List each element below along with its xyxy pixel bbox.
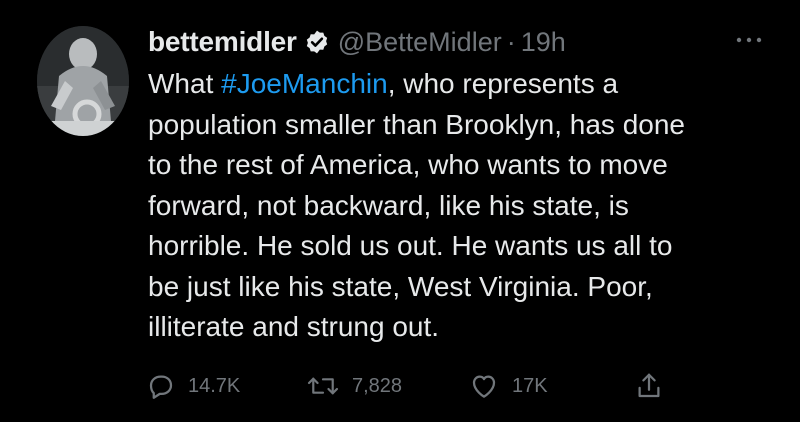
share-icon xyxy=(638,373,660,398)
avatar[interactable] xyxy=(37,26,129,136)
hashtag-link[interactable]: #JoeManchin xyxy=(221,68,388,99)
tweet-text-line: population smaller than Brooklyn, has do… xyxy=(148,108,686,140)
display-name[interactable]: bettemidler xyxy=(148,26,297,58)
retweet-button[interactable]: 7,828 xyxy=(306,366,402,406)
text-fragment: What xyxy=(148,68,222,99)
reply-icon xyxy=(149,375,173,399)
tweet-text-line: What #JoeManchin, who represents a xyxy=(148,64,778,105)
timestamp[interactable]: 19h xyxy=(521,27,566,58)
separator-dot: · xyxy=(506,26,516,57)
like-count: 17K xyxy=(512,374,548,397)
tweet-text-line: to the rest of America, who wants to mov… xyxy=(148,149,668,180)
heart-icon xyxy=(472,375,496,398)
tweet-actions: 14.7K 7,828 17K xyxy=(146,366,676,406)
share-button[interactable] xyxy=(634,366,664,406)
retweet-icon xyxy=(307,377,339,395)
tweet-text-line: illiterate and strung out. xyxy=(148,311,440,342)
tweet[interactable]: bettemidler @BetteMidler · 19h What #Joe… xyxy=(0,0,800,422)
more-dots-icon xyxy=(736,37,762,43)
user-handle[interactable]: @BetteMidler xyxy=(338,27,502,58)
statue-avatar-icon xyxy=(37,26,129,136)
tweet-text-line: horrible. He sold us out. He wants us al… xyxy=(148,230,673,261)
text-fragment: , who represents a xyxy=(387,68,619,99)
tweet-text-line: forward, not backward, like his state, i… xyxy=(148,189,629,221)
reply-button[interactable]: 14.7K xyxy=(146,366,240,406)
reply-count: 14.7K xyxy=(188,374,241,397)
like-button[interactable]: 17K xyxy=(468,366,548,406)
tweet-text: What #JoeManchin, who represents a popul… xyxy=(148,64,778,348)
retweet-count: 7,828 xyxy=(352,374,403,397)
tweet-header: bettemidler @BetteMidler · 19h xyxy=(148,22,566,62)
verified-badge-icon xyxy=(304,29,330,55)
more-options-button[interactable] xyxy=(734,30,764,50)
tweet-text-line: be just like his state, West Virginia. P… xyxy=(148,270,653,302)
